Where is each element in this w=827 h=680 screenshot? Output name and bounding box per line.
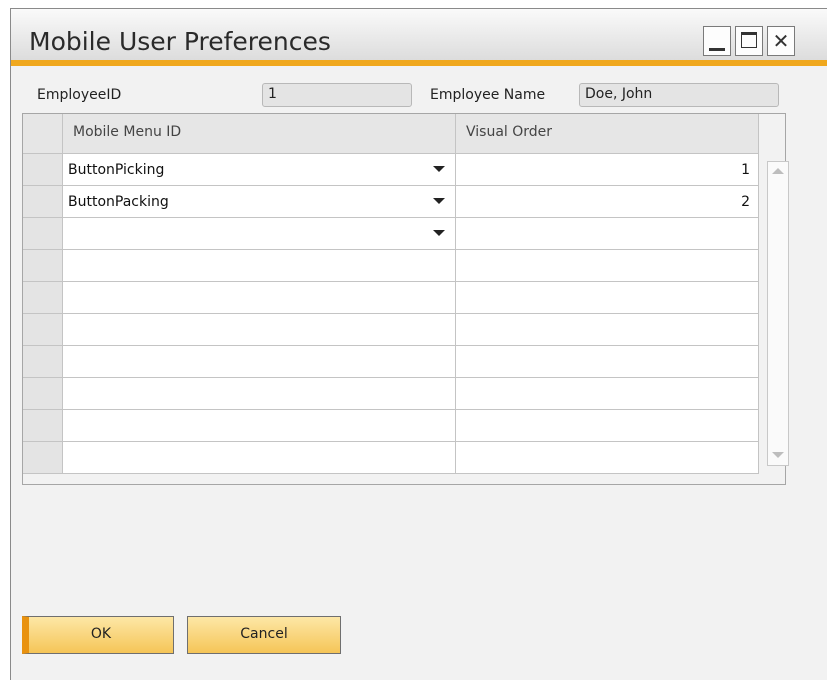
close-icon[interactable]: ✕ <box>767 26 795 56</box>
dropdown-arrow-icon[interactable] <box>433 166 445 172</box>
table-row[interactable] <box>23 314 759 346</box>
table-row[interactable] <box>23 250 759 282</box>
window-title: Mobile User Preferences <box>29 27 331 56</box>
row-selector[interactable] <box>23 218 63 250</box>
cancel-button[interactable]: Cancel <box>187 616 341 654</box>
visual-order-cell[interactable]: 1 <box>456 154 759 186</box>
title-accent-bar <box>11 60 827 66</box>
mobile-menu-grid: Mobile Menu ID Visual Order ButtonPickin… <box>22 113 789 485</box>
grid-corner-header[interactable] <box>23 114 63 154</box>
scroll-up-icon[interactable] <box>772 168 784 174</box>
table-row[interactable] <box>23 346 759 378</box>
mobile-menu-id-cell[interactable] <box>63 410 456 442</box>
close-glyph: ✕ <box>772 29 790 53</box>
visual-order-cell[interactable] <box>456 218 759 250</box>
visual-order-cell[interactable]: 2 <box>456 186 759 218</box>
row-selector[interactable] <box>23 442 63 474</box>
table-row[interactable]: ButtonPacking 2 <box>23 186 759 218</box>
row-selector[interactable] <box>23 378 63 410</box>
visual-order-cell[interactable] <box>456 410 759 442</box>
table-row[interactable] <box>23 282 759 314</box>
visual-order-cell[interactable] <box>456 346 759 378</box>
mobile-menu-id-cell[interactable] <box>63 346 456 378</box>
mobile-menu-id-cell[interactable]: ButtonPacking <box>63 186 456 218</box>
visual-order-cell[interactable] <box>456 442 759 474</box>
row-selector[interactable] <box>23 154 63 186</box>
maximize-icon[interactable] <box>735 26 763 56</box>
row-selector[interactable] <box>23 314 63 346</box>
table-row[interactable]: ButtonPicking 1 <box>23 154 759 186</box>
visual-order-cell[interactable] <box>456 378 759 410</box>
row-selector[interactable] <box>23 346 63 378</box>
table-row[interactable] <box>23 378 759 410</box>
mobile-menu-id-cell[interactable] <box>63 442 456 474</box>
column-header-mobile-menu-id[interactable]: Mobile Menu ID <box>63 114 456 154</box>
ok-button[interactable]: OK <box>22 616 174 654</box>
table-row[interactable] <box>23 442 759 474</box>
row-selector[interactable] <box>23 410 63 442</box>
employee-name-label: Employee Name <box>430 87 546 103</box>
mobile-menu-id-cell[interactable] <box>63 218 456 250</box>
mobile-menu-id-cell[interactable]: ButtonPicking <box>63 154 456 186</box>
scroll-down-icon[interactable] <box>772 452 784 458</box>
mobile-menu-id-cell[interactable] <box>63 314 456 346</box>
mobile-menu-id-cell[interactable] <box>63 282 456 314</box>
visual-order-cell[interactable] <box>456 314 759 346</box>
employee-id-field[interactable]: 1 <box>262 83 412 107</box>
column-header-visual-order[interactable]: Visual Order <box>456 114 759 154</box>
dropdown-arrow-icon[interactable] <box>433 230 445 236</box>
employee-id-label: EmployeeID <box>37 87 122 103</box>
mobile-menu-id-cell[interactable] <box>63 250 456 282</box>
visual-order-cell[interactable] <box>456 250 759 282</box>
table-row[interactable] <box>23 218 759 250</box>
table-row[interactable] <box>23 410 759 442</box>
mobile-menu-id-cell[interactable] <box>63 378 456 410</box>
row-selector[interactable] <box>23 250 63 282</box>
dropdown-arrow-icon[interactable] <box>433 198 445 204</box>
employee-name-field[interactable]: Doe, John <box>579 83 779 107</box>
vertical-scrollbar[interactable] <box>767 161 789 466</box>
row-selector[interactable] <box>23 282 63 314</box>
title-bar[interactable]: Mobile User Preferences ✕ <box>11 9 827 66</box>
visual-order-cell[interactable] <box>456 282 759 314</box>
minimize-icon[interactable] <box>703 26 731 56</box>
row-selector[interactable] <box>23 186 63 218</box>
mobile-menu-id-value: ButtonPacking <box>68 194 169 210</box>
mobile-menu-id-value: ButtonPicking <box>68 162 165 178</box>
